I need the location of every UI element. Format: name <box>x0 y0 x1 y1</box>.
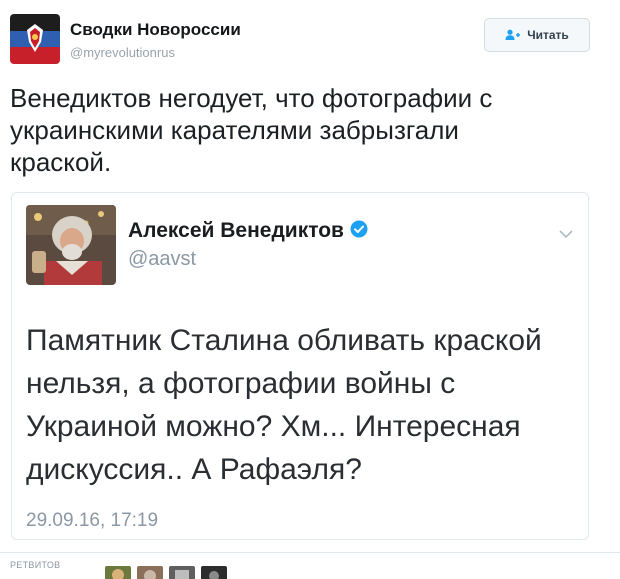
flag-avatar-icon <box>10 14 60 64</box>
retweeter-avatar[interactable] <box>169 566 195 579</box>
quoted-author-handle[interactable]: @aavst <box>128 248 196 271</box>
retweeter-avatar[interactable] <box>201 566 227 579</box>
quoted-name-row: Алексей Венедиктов <box>128 219 368 243</box>
retweeter-avatars <box>105 566 227 579</box>
follow-button-label: Читать <box>527 28 569 42</box>
follow-user-icon <box>505 29 521 41</box>
tweet-text: Венедиктов негодует, что фотографии с ук… <box>10 83 493 177</box>
retweets-label: РЕТВИТОВ <box>10 560 61 570</box>
author-avatar[interactable] <box>10 14 60 64</box>
footer-divider <box>0 552 620 553</box>
chevron-down-icon[interactable] <box>558 226 574 244</box>
follow-button[interactable]: Читать <box>484 18 590 52</box>
quoted-tweet-text: Памятник Сталина обливать краской нельзя… <box>26 324 542 486</box>
verified-badge-icon <box>350 220 368 243</box>
author-handle[interactable]: @myrevolutionrus <box>70 45 175 60</box>
quoted-tweet-card[interactable]: Алексей Венедиктов @aavst Памятник Стали… <box>11 192 589 540</box>
retweeter-avatar[interactable] <box>137 566 163 579</box>
author-name[interactable]: Сводки Новороссии <box>70 20 241 40</box>
tweet: Сводки Новороссии @myrevolutionrus Читат… <box>0 0 620 579</box>
person-avatar-icon <box>26 205 116 285</box>
quoted-author-name[interactable]: Алексей Венедиктов <box>128 219 344 243</box>
quoted-author-avatar[interactable] <box>26 205 116 285</box>
retweeter-avatar[interactable] <box>105 566 131 579</box>
quoted-tweet-date[interactable]: 29.09.16, 17:19 <box>26 510 158 532</box>
